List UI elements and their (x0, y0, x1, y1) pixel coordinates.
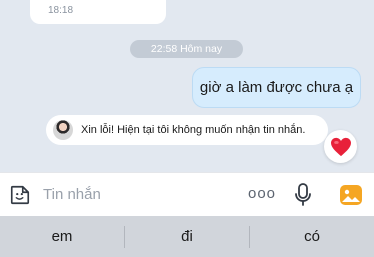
avatar[interactable] (53, 120, 73, 140)
auto-reply-notice[interactable]: Xin lỗi! Hiện tại tôi không muốn nhận ti… (46, 115, 328, 145)
message-input[interactable]: Tin nhắn (43, 186, 101, 203)
auto-reply-text: Xin lỗi! Hiện tại tôi không muốn nhận ti… (81, 124, 306, 136)
date-separator: 22:58 Hôm nay (130, 40, 243, 58)
chat-area: 18:18 22:58 Hôm nay giờ a làm được chưa … (0, 0, 374, 172)
more-icon[interactable]: ooo (248, 185, 276, 202)
sent-message-bubble[interactable]: giờ a làm được chưa ạ (192, 67, 361, 108)
heart-icon (330, 137, 351, 156)
sent-message-text: giờ a làm được chưa ạ (199, 79, 354, 96)
received-message-bubble[interactable]: 18:18 (30, 0, 166, 24)
keyboard-suggestions: em đi có (0, 216, 374, 257)
suggestion-item[interactable]: em (0, 216, 124, 257)
suggestion-item[interactable]: có (250, 216, 374, 257)
suggestion-item[interactable]: đi (125, 216, 249, 257)
image-icon[interactable] (339, 184, 363, 206)
reaction-button[interactable] (324, 130, 357, 163)
message-timestamp: 18:18 (48, 5, 74, 16)
microphone-icon[interactable] (294, 183, 312, 207)
message-composer: Tin nhắn ooo (0, 172, 374, 216)
sticker-icon[interactable] (9, 184, 31, 206)
